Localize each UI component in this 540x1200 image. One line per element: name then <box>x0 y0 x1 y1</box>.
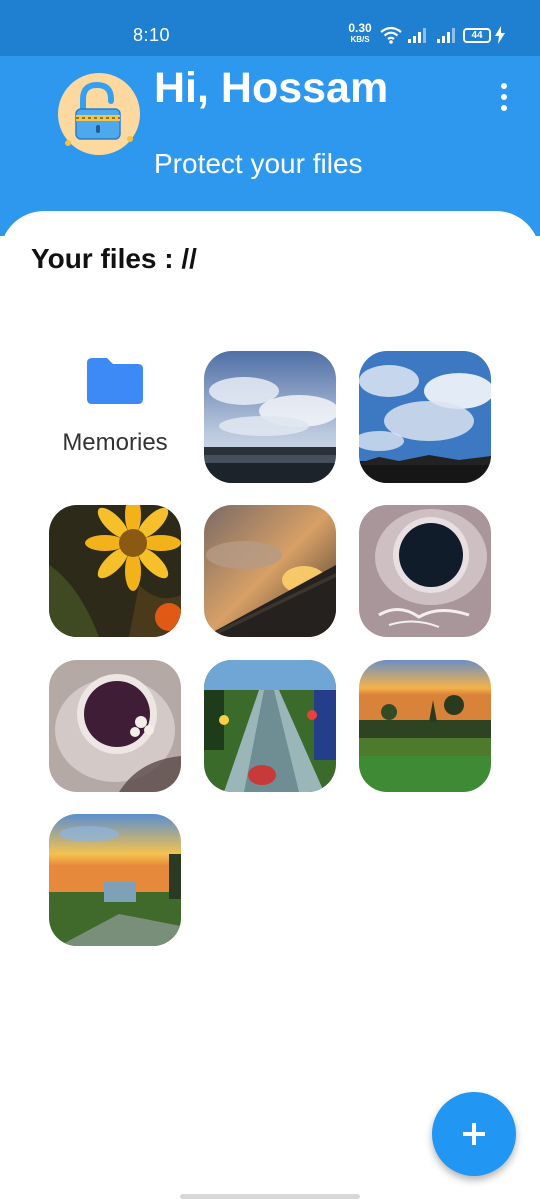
image-thumbnail-sunset-field[interactable] <box>49 814 181 946</box>
network-speed-unit: KB/S <box>350 35 370 44</box>
image-tea-cup-flower <box>49 660 181 792</box>
home-indicator <box>180 1194 360 1199</box>
image-thumbnail-tea-cup[interactable] <box>49 660 181 792</box>
add-file-button[interactable] <box>432 1092 516 1176</box>
image-clouds-blue-sky <box>359 351 491 483</box>
image-sunset-field-building <box>49 814 181 946</box>
files-path-title: Your files : // <box>31 243 197 274</box>
image-thumbnail-coffee-cup[interactable] <box>359 505 491 637</box>
folder-icon <box>87 358 143 404</box>
network-speed: 0.30 KB/S <box>345 21 375 44</box>
more-options-button[interactable] <box>490 80 518 114</box>
signal-icon <box>408 28 426 43</box>
image-coffee-cup-arabic-text <box>359 505 491 637</box>
status-time: 8:10 <box>133 25 171 45</box>
image-thumbnail-daisy[interactable] <box>49 505 181 637</box>
avatar[interactable] <box>58 73 140 155</box>
image-park-at-sunset <box>359 660 491 792</box>
image-thumbnail-cloudy-sky[interactable] <box>204 351 336 483</box>
image-garden-path-lanterns <box>204 660 336 792</box>
greeting-title: Hi, Hossam <box>154 64 389 112</box>
image-cloudy-sky-over-water <box>204 351 336 483</box>
image-thumbnail-park-sunset[interactable] <box>359 660 491 792</box>
charging-icon <box>495 26 505 44</box>
battery-icon: 44 <box>463 28 491 43</box>
more-vert-icon <box>501 105 507 111</box>
image-thumbnail-clouds[interactable] <box>359 351 491 483</box>
status-bar: 8:10 0.30 KB/S 44 <box>0 0 540 56</box>
image-thumbnail-garden-path[interactable] <box>204 660 336 792</box>
folder-memories[interactable]: Memories <box>49 351 181 483</box>
image-yellow-daisy <box>49 505 181 637</box>
folder-label: Memories <box>62 429 168 456</box>
wifi-icon <box>380 26 402 44</box>
network-speed-value: 0.30 <box>348 21 372 35</box>
plus-icon <box>463 1123 485 1145</box>
more-vert-icon <box>501 83 507 89</box>
image-golden-sunset-clouds <box>204 505 336 637</box>
header-subtitle: Protect your files <box>154 148 363 179</box>
more-vert-icon <box>501 94 507 100</box>
image-thumbnail-sunset-clouds[interactable] <box>204 505 336 637</box>
unlocked-padlock-icon <box>65 81 133 146</box>
signal-icon <box>437 28 455 43</box>
